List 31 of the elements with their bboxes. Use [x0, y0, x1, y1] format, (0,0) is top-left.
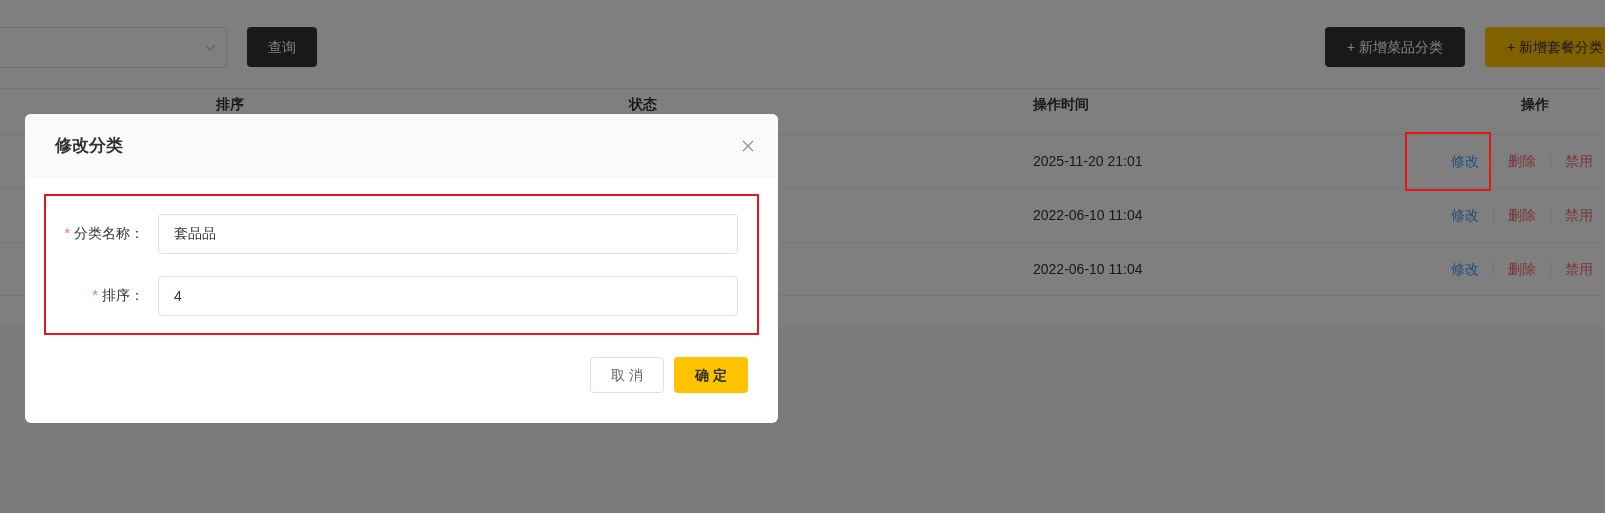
column-header: 状态 — [629, 96, 657, 112]
select-field[interactable] — [0, 27, 227, 68]
disable-link[interactable]: 禁用 — [1565, 205, 1593, 226]
column-header: 操作 — [1521, 95, 1549, 114]
delete-link[interactable]: 删除 — [1508, 205, 1536, 226]
column-header: 排序 — [216, 96, 244, 112]
add-category-button[interactable]: + 新增套餐分类 — [1485, 27, 1605, 67]
column-header: 操作时间 — [1033, 96, 1089, 112]
delete-link[interactable]: 删除 — [1508, 258, 1536, 280]
text-field[interactable]: 套品品 — [158, 213, 738, 254]
close-icon[interactable] — [742, 140, 754, 152]
field-label: 分类名称： — [74, 224, 144, 243]
table-cell: 2025-11-20 21:01 — [1033, 153, 1143, 169]
table-cell: 2022-06-10 11:04 — [1033, 260, 1143, 277]
table-cell: 2022-06-10 11:04 — [1033, 207, 1143, 223]
required-mark: * — [92, 286, 98, 305]
cancel-button[interactable]: 取 消 — [590, 357, 664, 393]
edit-link[interactable]: 修改 — [1451, 151, 1479, 172]
required-mark: * — [64, 224, 70, 243]
edit-link[interactable]: 修改 — [1451, 205, 1479, 226]
disable-link[interactable]: 禁用 — [1565, 151, 1593, 172]
field-label: 排序： — [102, 286, 144, 305]
text-field[interactable]: 4 — [158, 275, 738, 316]
dialog-title: 修改分类 — [55, 135, 123, 158]
confirm-button[interactable]: 确 定 — [674, 357, 748, 393]
chevron-down-icon — [204, 43, 216, 52]
edit-link[interactable]: 修改 — [1451, 258, 1479, 280]
delete-link[interactable]: 删除 — [1508, 151, 1536, 172]
query-button[interactable]: 查询 — [247, 27, 317, 67]
disable-link[interactable]: 禁用 — [1565, 258, 1593, 280]
add-category-button[interactable]: + 新增菜品分类 — [1325, 27, 1465, 67]
